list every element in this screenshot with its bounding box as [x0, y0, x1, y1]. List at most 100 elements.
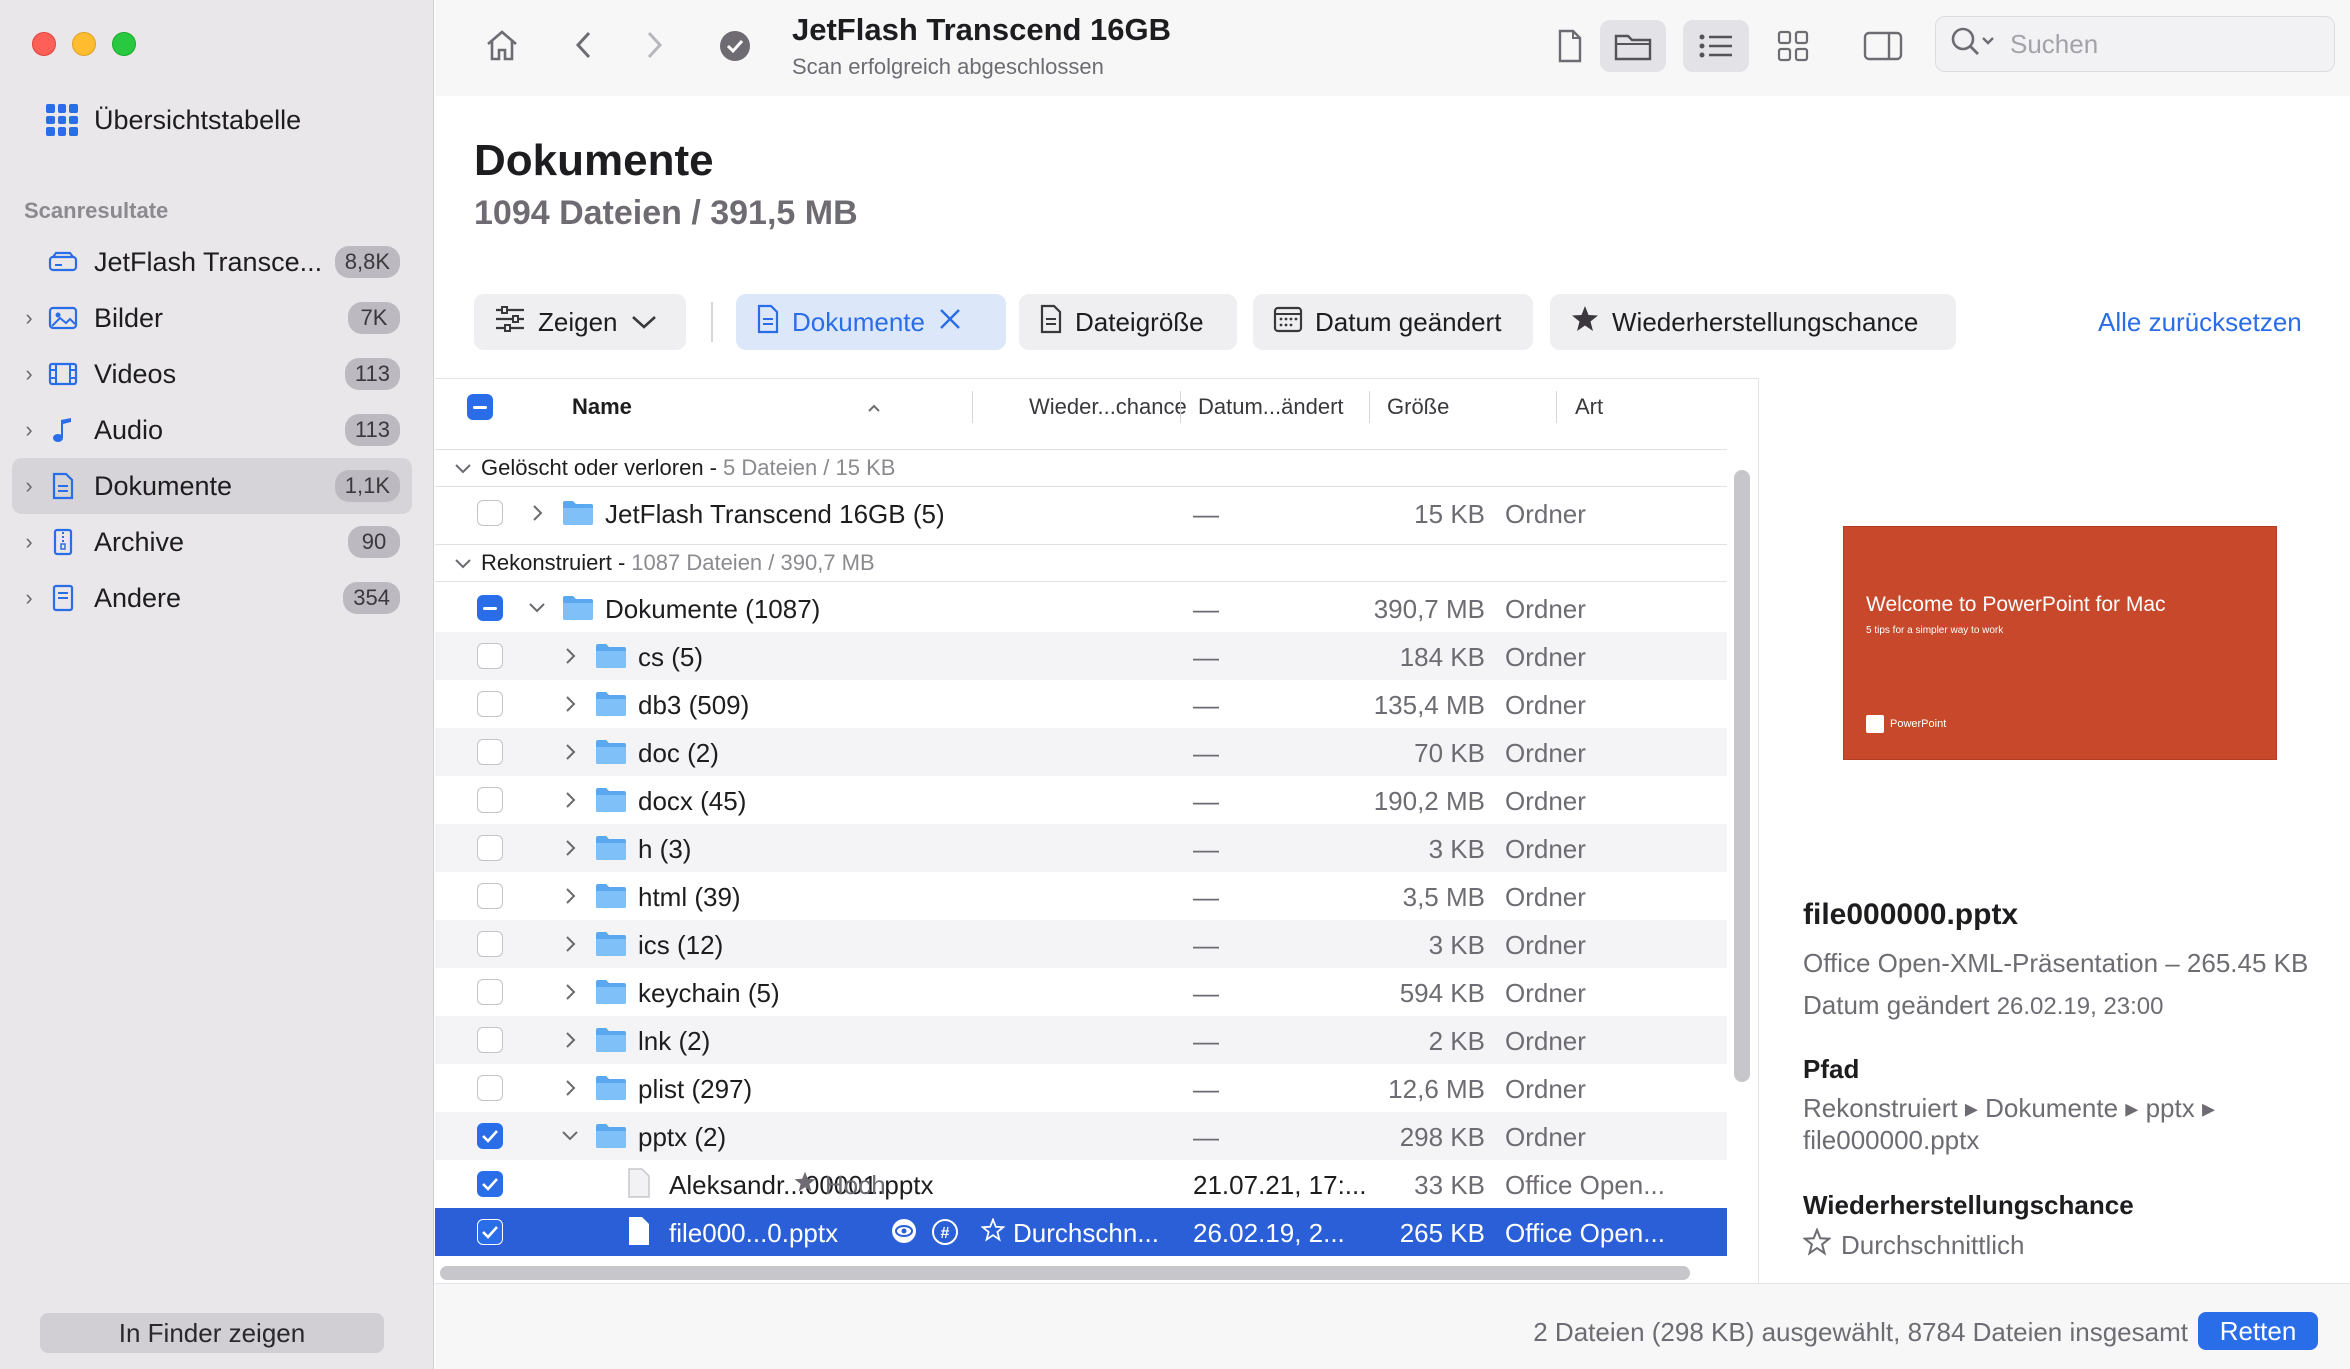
hash-icon[interactable]: # — [931, 1218, 959, 1253]
table-row[interactable]: JetFlash Transcend 16GB (5) — 15 KB Ordn… — [435, 489, 1727, 537]
table-row[interactable]: lnk (2) — 2 KB Ordner — [435, 1016, 1727, 1064]
chevron-right-icon[interactable] — [558, 978, 582, 1006]
table-row[interactable]: Aleksandr...00001.pptx Hoch 21.07.21, 17… — [435, 1160, 1727, 1208]
column-header-name[interactable]: Name — [572, 379, 882, 435]
show-in-finder-button[interactable]: In Finder zeigen — [40, 1313, 384, 1353]
sidebar-item-bilder[interactable]: › Bilder 7K — [12, 290, 412, 346]
sidebar-item-archive[interactable]: › Archive 90 — [12, 514, 412, 570]
chevron-right-icon[interactable] — [558, 690, 582, 718]
group-header-deleted[interactable]: Gelöscht oder verloren - 5 Dateien / 15 … — [435, 449, 1727, 487]
group-header-reconstructed[interactable]: Rekonstruiert - 1087 Dateien / 390,7 MB — [435, 544, 1727, 582]
chevron-down-icon[interactable] — [445, 550, 481, 576]
row-checkbox[interactable] — [477, 595, 503, 621]
chevron-right-icon[interactable]: › — [12, 361, 46, 387]
chevron-right-icon[interactable]: › — [12, 417, 46, 443]
row-checkbox[interactable] — [477, 1171, 503, 1197]
row-checkbox[interactable] — [477, 979, 503, 1005]
chevron-right-icon[interactable] — [558, 738, 582, 766]
show-filter-button[interactable]: Zeigen — [474, 294, 686, 350]
close-icon[interactable] — [937, 306, 963, 339]
table-row[interactable]: db3 (509) — 135,4 MB Ordner — [435, 680, 1727, 728]
home-icon[interactable] — [477, 22, 527, 68]
list-view-icon[interactable] — [1683, 20, 1749, 72]
search-field[interactable] — [1935, 16, 2335, 72]
date-changed-filter-button[interactable]: Datum geändert — [1253, 294, 1533, 350]
recover-button[interactable]: Retten — [2198, 1312, 2318, 1350]
chevron-right-icon[interactable]: › — [12, 585, 46, 611]
chevron-right-icon[interactable] — [558, 786, 582, 814]
chevron-right-icon[interactable]: › — [12, 529, 46, 555]
chevron-down-icon[interactable] — [558, 1122, 582, 1150]
row-checkbox[interactable] — [477, 835, 503, 861]
chevron-right-icon[interactable] — [558, 882, 582, 910]
row-checkbox[interactable] — [477, 787, 503, 813]
single-file-view-icon[interactable] — [1545, 22, 1595, 70]
chevron-right-icon[interactable] — [525, 499, 549, 527]
row-checkbox[interactable] — [477, 931, 503, 957]
row-checkbox[interactable] — [477, 1075, 503, 1101]
row-checkbox[interactable] — [477, 739, 503, 765]
chevron-right-icon[interactable] — [558, 1074, 582, 1102]
zoom-window-button[interactable] — [112, 32, 136, 56]
sidebar-item-jetflash[interactable]: JetFlash Transce... 8,8K — [12, 234, 412, 290]
table-row[interactable]: pptx (2) — 298 KB Ordner — [435, 1112, 1727, 1160]
reset-all-link[interactable]: Alle zurücksetzen — [2098, 307, 2302, 338]
chevron-right-icon[interactable]: › — [12, 473, 46, 499]
vertical-scrollbar[interactable] — [1734, 470, 1750, 1082]
column-header-kind[interactable]: Art — [1575, 379, 1603, 435]
forward-chevron-icon[interactable] — [635, 22, 675, 68]
sidebar-item-audio[interactable]: › Audio 113 — [12, 402, 412, 458]
table-row[interactable]: Dokumente (1087) — 390,7 MB Ordner — [435, 584, 1727, 632]
sidebar-toggle-icon[interactable] — [1853, 22, 1913, 70]
sidebar-item-andere[interactable]: › Andere 354 — [12, 570, 412, 626]
recovery-chance-filter-button[interactable]: Wiederherstellungschance — [1550, 294, 1956, 350]
filesize-filter-button[interactable]: Dateigröße — [1019, 294, 1237, 350]
eye-icon[interactable] — [889, 1218, 919, 1251]
sidebar-item-videos[interactable]: › Videos 113 — [12, 346, 412, 402]
row-name: keychain (5) — [638, 978, 780, 1008]
row-checkbox[interactable] — [477, 1027, 503, 1053]
table-row[interactable]: html (39) — 3,5 MB Ordner — [435, 872, 1727, 920]
back-chevron-icon[interactable] — [563, 22, 603, 68]
row-checkbox[interactable] — [477, 643, 503, 669]
table-row[interactable]: ics (12) — 3 KB Ordner — [435, 920, 1727, 968]
select-all-checkbox-cell[interactable] — [467, 379, 493, 435]
sidebar-item-dokumente[interactable]: › Dokumente 1,1K — [12, 458, 412, 514]
table-row[interactable]: cs (5) — 184 KB Ordner — [435, 632, 1727, 680]
table-row[interactable]: h (3) — 3 KB Ordner — [435, 824, 1727, 872]
search-input[interactable] — [2008, 27, 2308, 61]
chevron-right-icon[interactable] — [558, 930, 582, 958]
minimize-window-button[interactable] — [72, 32, 96, 56]
table-row[interactable]: doc (2) — 70 KB Ordner — [435, 728, 1727, 776]
preview-panel: Welcome to PowerPoint for Mac 5 tips for… — [1758, 378, 2350, 1283]
grid-view-icon[interactable] — [1765, 22, 1821, 70]
column-header-size[interactable]: Größe — [1387, 379, 1449, 435]
table-row[interactable]: plist (297) — 12,6 MB Ordner — [435, 1064, 1727, 1112]
documents-filter-chip[interactable]: Dokumente — [736, 294, 1006, 350]
row-checkbox[interactable] — [477, 1219, 503, 1245]
chevron-right-icon[interactable]: › — [12, 305, 46, 331]
chevron-right-icon[interactable] — [558, 834, 582, 862]
chevron-right-icon[interactable] — [558, 642, 582, 670]
slide-thumbnail[interactable]: Welcome to PowerPoint for Mac 5 tips for… — [1843, 526, 2277, 760]
column-header-chance[interactable]: Wieder...chance — [1029, 379, 1187, 435]
chevron-right-icon[interactable] — [558, 1026, 582, 1054]
sidebar-overview[interactable]: Übersichtstabelle — [46, 104, 301, 136]
select-all-checkbox[interactable] — [467, 394, 493, 420]
table-row[interactable]: keychain (5) — 594 KB Ordner — [435, 968, 1727, 1016]
count-badge: 113 — [344, 414, 400, 446]
folder-view-icon[interactable] — [1600, 20, 1666, 72]
chevron-down-icon[interactable] — [525, 594, 549, 622]
column-header-date[interactable]: Datum...ändert — [1198, 379, 1344, 435]
row-checkbox[interactable] — [477, 691, 503, 717]
horizontal-scrollbar[interactable] — [440, 1266, 1690, 1280]
chevron-down-icon[interactable] — [445, 455, 481, 481]
close-window-button[interactable] — [32, 32, 56, 56]
row-checkbox[interactable] — [477, 500, 503, 526]
table-row-selected[interactable]: file000...0.pptx # Durchschn... 26.02.19… — [435, 1208, 1727, 1256]
filesize-filter-label: Dateigröße — [1075, 306, 1204, 337]
table-row[interactable]: docx (45) — 190,2 MB Ordner — [435, 776, 1727, 824]
selection-summary: 2 Dateien (298 KB) ausgewählt, 8784 Date… — [1533, 1317, 2188, 1347]
row-checkbox[interactable] — [477, 1123, 503, 1149]
row-checkbox[interactable] — [477, 883, 503, 909]
